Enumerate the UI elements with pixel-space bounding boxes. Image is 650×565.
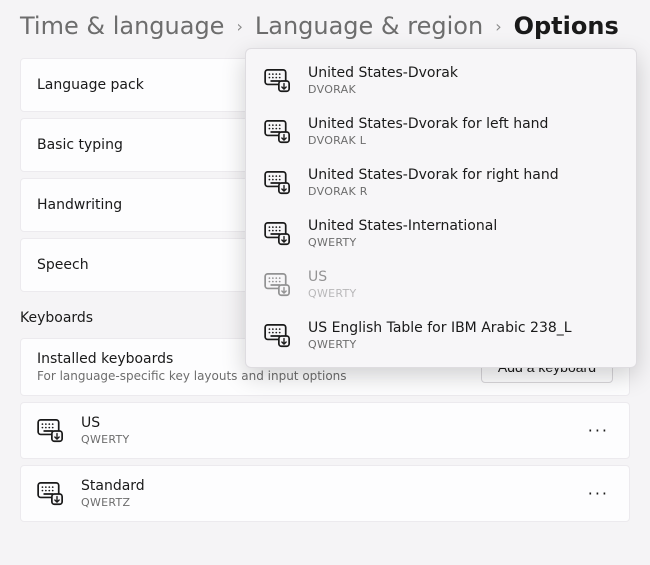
keyboard-name: US — [81, 415, 130, 431]
flyout-item[interactable]: United States-Dvorak DVORAK — [246, 55, 636, 106]
keyboard-row[interactable]: Standard QWERTZ ··· — [20, 465, 630, 522]
installed-subtitle: For language-specific key layouts and in… — [37, 369, 347, 383]
flyout-item-name: US English Table for IBM Arabic 238_L — [308, 320, 572, 336]
flyout-item-name: United States-International — [308, 218, 497, 234]
keyboard-name: Standard — [81, 478, 145, 494]
flyout-item[interactable]: US English Table for IBM Arabic 238_L QW… — [246, 310, 636, 361]
flyout-item[interactable]: United States-International QWERTY — [246, 208, 636, 259]
keyboard-row[interactable]: US QWERTY ··· — [20, 402, 630, 459]
keyboard-icon — [37, 482, 65, 506]
flyout-item-layout: QWERTY — [308, 236, 497, 249]
flyout-item-disabled: US QWERTY — [246, 259, 636, 310]
keyboard-layout-flyout[interactable]: United States-Dvorak DVORAK United State… — [245, 48, 637, 368]
breadcrumb-options: Options — [514, 12, 619, 40]
flyout-item-name: US — [308, 269, 357, 285]
keyboard-icon — [264, 273, 292, 297]
feature-label: Language pack — [37, 77, 144, 93]
chevron-right-icon: › — [495, 17, 501, 36]
keyboard-icon — [264, 324, 292, 348]
feature-label: Basic typing — [37, 137, 123, 153]
breadcrumb: Time & language › Language & region › Op… — [20, 12, 630, 40]
keyboard-icon — [264, 222, 292, 246]
flyout-item-layout: QWERTY — [308, 287, 357, 300]
flyout-item[interactable]: United States-Dvorak for left hand DVORA… — [246, 106, 636, 157]
more-button[interactable]: ··· — [584, 480, 613, 507]
feature-label: Speech — [37, 257, 89, 273]
flyout-item-layout: DVORAK R — [308, 185, 559, 198]
keyboard-icon — [37, 419, 65, 443]
more-button[interactable]: ··· — [584, 417, 613, 444]
flyout-item-name: United States-Dvorak for right hand — [308, 167, 559, 183]
keyboard-icon — [264, 69, 292, 93]
keyboard-layout: QWERTZ — [81, 496, 145, 509]
keyboard-layout: QWERTY — [81, 433, 130, 446]
breadcrumb-language-region[interactable]: Language & region — [255, 12, 483, 40]
flyout-item-name: United States-Dvorak — [308, 65, 458, 81]
keyboard-icon — [264, 171, 292, 195]
breadcrumb-time-language[interactable]: Time & language — [20, 12, 224, 40]
feature-label: Handwriting — [37, 197, 122, 213]
flyout-item-layout: DVORAK L — [308, 134, 548, 147]
flyout-item[interactable]: United States-Dvorak for right hand DVOR… — [246, 157, 636, 208]
chevron-right-icon: › — [236, 17, 242, 36]
keyboard-icon — [264, 120, 292, 144]
flyout-item-layout: QWERTY — [308, 338, 572, 351]
flyout-item-name: United States-Dvorak for left hand — [308, 116, 548, 132]
flyout-item-layout: DVORAK — [308, 83, 458, 96]
